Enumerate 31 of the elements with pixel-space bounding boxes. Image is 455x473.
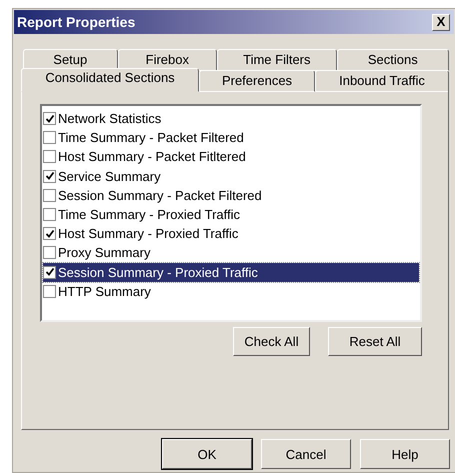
list-item[interactable]: Service Summary: [58, 168, 161, 184]
tab[interactable]: Inbound Traffic: [315, 70, 449, 92]
checkbox[interactable]: [43, 284, 56, 298]
button[interactable]: Help: [360, 439, 450, 469]
checkbox[interactable]: [43, 131, 56, 144]
tab[interactable]: Consolidated Sections: [21, 68, 199, 92]
window-title: Report Properties: [17, 14, 136, 30]
button[interactable]: OK: [162, 439, 252, 469]
checkbox[interactable]: [43, 188, 56, 202]
list-item[interactable]: Proxy Summary: [58, 245, 150, 260]
checkbox[interactable]: [43, 208, 56, 222]
list-item[interactable]: Host Summary - Proxied Traffic: [58, 226, 238, 242]
tab[interactable]: Time Filters: [217, 49, 337, 71]
list-item[interactable]: Host Summary - Packet Fitltered: [58, 149, 246, 164]
checkbox[interactable]: [43, 227, 56, 240]
button[interactable]: Check All: [233, 327, 310, 356]
checkbox[interactable]: [43, 246, 56, 260]
tab[interactable]: Sections: [336, 49, 449, 71]
checkbox[interactable]: [43, 112, 56, 126]
list-item[interactable]: HTTP Summary: [58, 284, 151, 299]
list-item[interactable]: Network Statistics: [58, 111, 162, 126]
list-item[interactable]: Time Summary - Packet Filtered: [58, 130, 244, 146]
close-button[interactable]: X: [432, 14, 450, 30]
checkbox[interactable]: [43, 266, 56, 279]
tab[interactable]: Preferences: [199, 70, 315, 92]
button[interactable]: Reset All: [328, 327, 422, 356]
checkbox[interactable]: [43, 170, 56, 183]
list-item[interactable]: Session Summary - Packet Filtered: [58, 188, 262, 203]
button[interactable]: Cancel: [261, 439, 351, 469]
checkbox[interactable]: [43, 150, 56, 164]
list-item[interactable]: Time Summary - Proxied Traffic: [58, 207, 240, 222]
